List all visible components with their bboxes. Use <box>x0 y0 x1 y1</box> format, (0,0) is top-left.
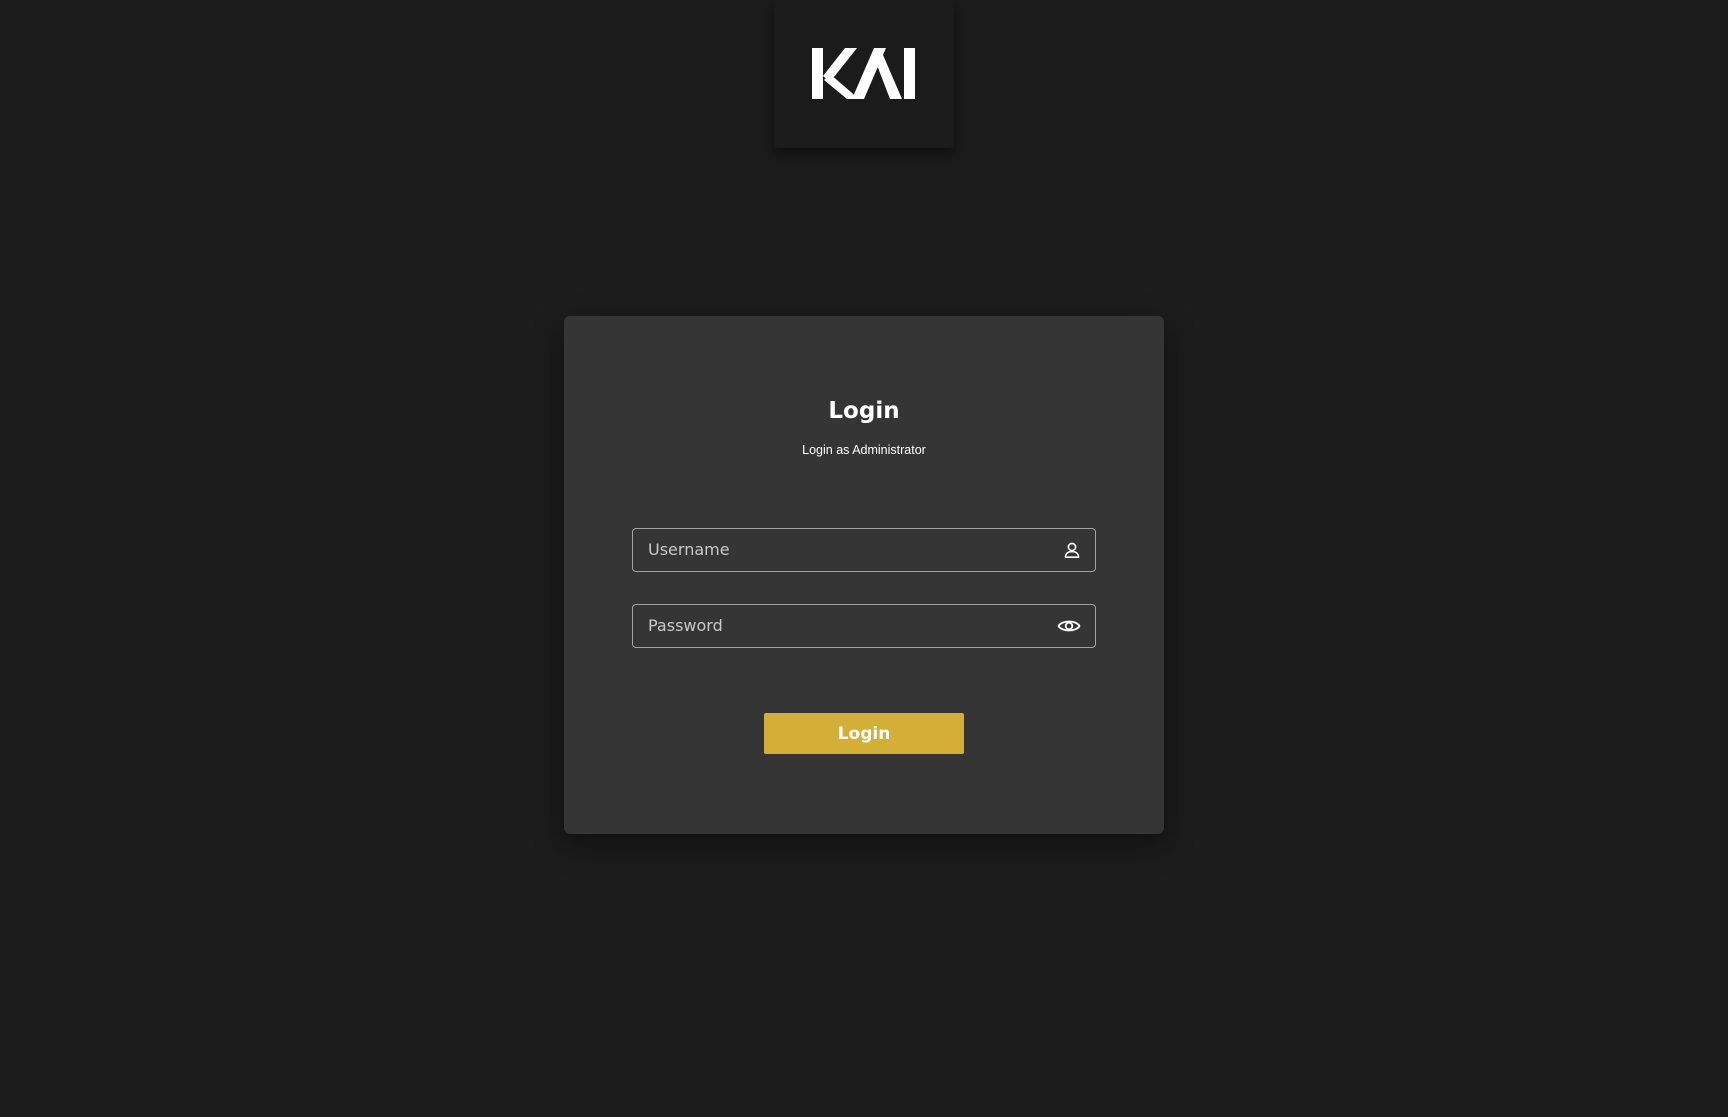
kai-logo <box>812 48 915 99</box>
logo-header <box>774 0 954 148</box>
login-card <box>564 316 1164 834</box>
login-page: Login Login as Administrator Login <box>0 0 1728 1117</box>
user-icon <box>1063 541 1081 559</box>
username-field[interactable] <box>632 528 1096 572</box>
login-subtitle: Login as Administrator <box>802 443 926 457</box>
login-title: Login <box>828 398 900 424</box>
password-field[interactable] <box>632 604 1096 648</box>
eye-icon[interactable] <box>1057 617 1081 635</box>
password-input[interactable] <box>633 605 1033 646</box>
login-button[interactable]: Login <box>764 713 964 754</box>
username-input[interactable] <box>633 529 1033 570</box>
